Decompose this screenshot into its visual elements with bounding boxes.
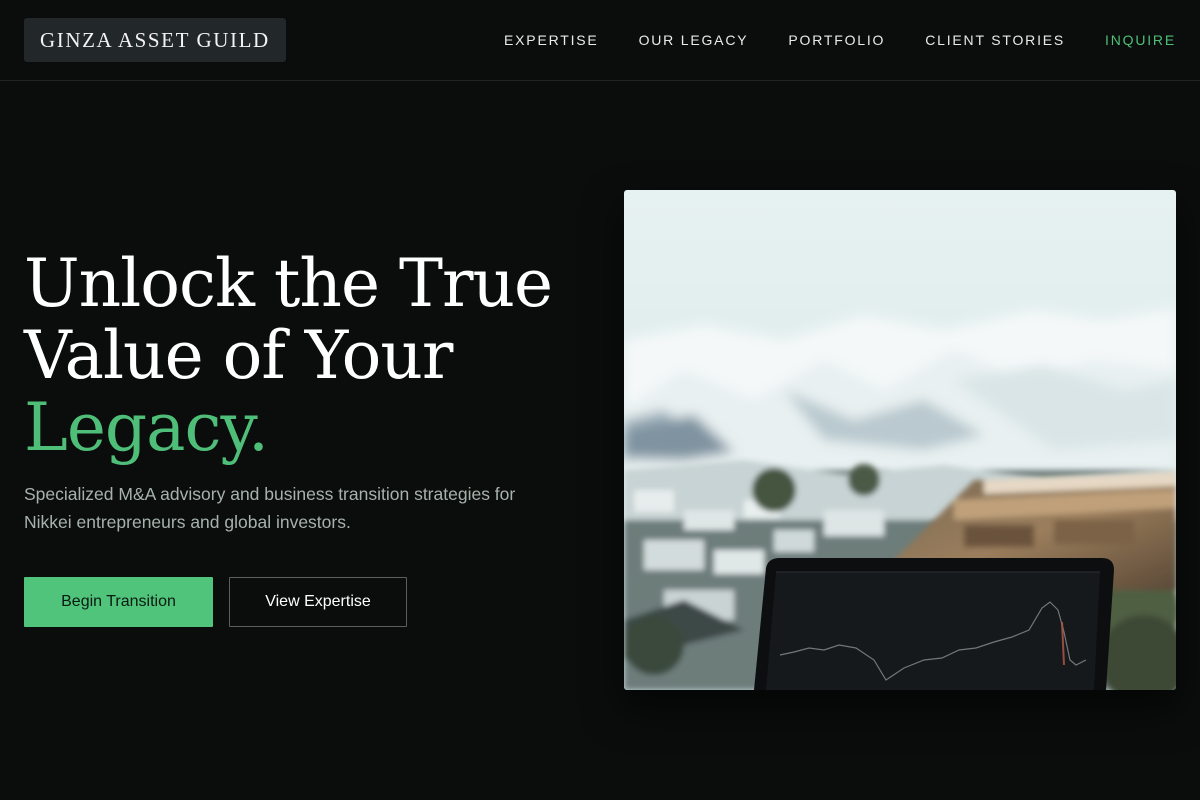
hero-photo xyxy=(624,190,1176,690)
snowy-mountains-laptop-image xyxy=(624,190,1176,690)
brand-logo[interactable]: GINZA ASSET GUILD xyxy=(24,18,286,62)
nav-item-inquire[interactable]: INQUIRE xyxy=(1105,32,1176,48)
hero-subtitle: Specialized M&A advisory and business tr… xyxy=(24,484,516,532)
hero-headline: Unlock the True Value of Your Legacy. xyxy=(24,248,584,464)
headline-line-2: Value of Your xyxy=(24,317,453,394)
headline-accent: Legacy. xyxy=(24,389,269,466)
hero-section: Unlock the True Value of Your Legacy. Sp… xyxy=(24,248,584,627)
main-nav: EXPERTISE OUR LEGACY PORTFOLIO CLIENT ST… xyxy=(504,32,1176,48)
nav-item-expertise[interactable]: EXPERTISE xyxy=(504,32,599,48)
begin-transition-button[interactable]: Begin Transition xyxy=(24,577,213,627)
hero-buttons: Begin Transition View Expertise xyxy=(24,577,584,627)
view-expertise-button[interactable]: View Expertise xyxy=(229,577,407,627)
nav-item-our-legacy[interactable]: OUR LEGACY xyxy=(639,32,749,48)
landing-page: GINZA ASSET GUILD EXPERTISE OUR LEGACY P… xyxy=(0,0,1200,800)
nav-item-client-stories[interactable]: CLIENT STORIES xyxy=(925,32,1065,48)
site-header: GINZA ASSET GUILD EXPERTISE OUR LEGACY P… xyxy=(0,0,1200,81)
headline-line-1: Unlock the True xyxy=(24,245,553,322)
nav-item-portfolio[interactable]: PORTFOLIO xyxy=(788,32,885,48)
